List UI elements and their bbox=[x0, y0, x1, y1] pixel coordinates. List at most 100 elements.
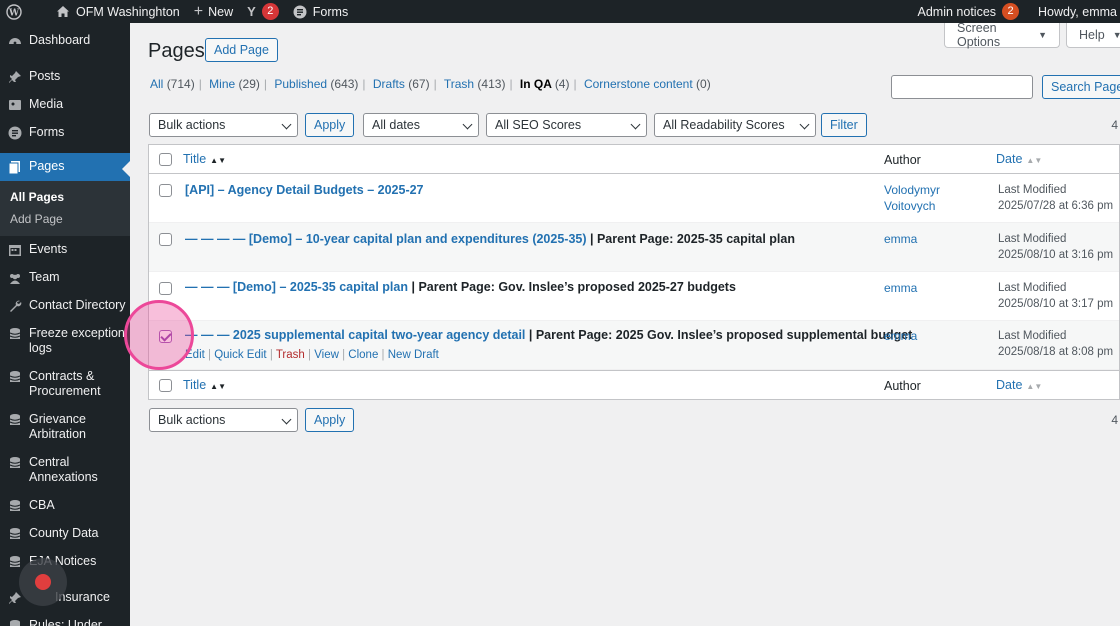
sidebar-subitem-all-pages[interactable]: All Pages bbox=[0, 186, 130, 208]
wordpress-logo-icon[interactable]: W bbox=[0, 0, 35, 23]
row-title-link[interactable]: — — — — [Demo] – 10-year capital plan an… bbox=[185, 232, 587, 246]
forms-icon bbox=[293, 5, 307, 18]
site-name-link[interactable]: OFM Washinghton bbox=[49, 0, 187, 23]
separator: | bbox=[433, 77, 437, 91]
sidebar-item-media[interactable]: Media bbox=[0, 97, 130, 125]
view-label: All bbox=[150, 77, 164, 91]
sidebar-item-team[interactable]: Team bbox=[0, 270, 130, 298]
sort-by-title[interactable]: Title ▲▼ bbox=[183, 152, 226, 166]
row-date: Last Modified 2025/08/10 at 3:16 pm bbox=[998, 231, 1113, 263]
row-checkbox[interactable] bbox=[159, 282, 172, 295]
sidebar-item-label: Freeze exception logs bbox=[29, 326, 125, 355]
trash-link[interactable]: Trash bbox=[276, 349, 305, 361]
home-icon bbox=[57, 6, 69, 17]
row-parent: | Parent Page: Gov. Inslee’s proposed 20… bbox=[408, 280, 736, 294]
seo-filter-select[interactable]: All SEO Scores bbox=[486, 113, 647, 137]
filter-button[interactable]: Filter bbox=[821, 113, 867, 137]
new-content-link[interactable]: + New bbox=[187, 0, 240, 23]
row-title: — — — 2025 supplemental capital two-year… bbox=[185, 328, 912, 342]
sidebar-item-freeze-exception-logs[interactable]: Freeze exception logs bbox=[0, 326, 130, 369]
clone-link[interactable]: Clone bbox=[348, 349, 378, 361]
database-icon bbox=[9, 556, 21, 567]
select-all-checkbox[interactable] bbox=[159, 379, 172, 392]
sidebar-item-rules-under[interactable]: Rules: Under bbox=[0, 618, 130, 626]
screen-options-button[interactable]: Screen Options ▼ bbox=[944, 21, 1060, 49]
sidebar-item-posts[interactable]: Posts bbox=[0, 69, 130, 97]
quick-edit-link[interactable]: Quick Edit bbox=[214, 349, 266, 361]
my-account-link[interactable]: Howdy, emma bbox=[1031, 0, 1120, 23]
column-author: Author bbox=[884, 379, 921, 393]
new-label: New bbox=[208, 4, 234, 19]
date-filter-select[interactable]: All dates bbox=[363, 113, 479, 137]
apply-button-bottom[interactable]: Apply bbox=[305, 408, 355, 432]
view-mine-link[interactable]: Mine (29) bbox=[209, 77, 260, 91]
view-label: Published bbox=[274, 77, 328, 91]
column-date: Date bbox=[996, 378, 1023, 392]
sidebar-item-events[interactable]: Events bbox=[0, 242, 130, 270]
apply-button-top[interactable]: Apply bbox=[305, 113, 355, 137]
sidebar-item-contracts-procurement[interactable]: Contracts & Procurement bbox=[0, 369, 130, 412]
search-input[interactable] bbox=[891, 75, 1033, 99]
view-drafts-link[interactable]: Drafts (67) bbox=[373, 77, 430, 91]
select-all-checkbox[interactable] bbox=[159, 153, 172, 166]
yoast-icon: Y bbox=[247, 4, 256, 19]
new-draft-link[interactable]: New Draft bbox=[388, 349, 439, 361]
row-title-link[interactable]: — — — 2025 supplemental capital two-year… bbox=[185, 328, 525, 342]
readability-filter-select[interactable]: All Readability Scores bbox=[654, 113, 816, 137]
admin-notices-label: Admin notices bbox=[917, 4, 997, 19]
view-link[interactable]: View bbox=[314, 349, 339, 361]
chevron-down-icon bbox=[630, 119, 641, 130]
row-title-link[interactable]: [API] – Agency Detail Budgets – 2025-27 bbox=[185, 183, 424, 197]
sidebar-item-insurance[interactable]: Insurance bbox=[0, 590, 130, 618]
row-author[interactable]: emma bbox=[884, 280, 917, 296]
database-icon bbox=[9, 414, 21, 425]
sidebar-item-county-data[interactable]: County Data bbox=[0, 526, 130, 554]
sidebar-item-dashboard[interactable]: Dashboard bbox=[0, 33, 130, 60]
sort-by-title[interactable]: Title ▲▼ bbox=[183, 378, 226, 392]
view-cornerstone-link[interactable]: Cornerstone content (0) bbox=[584, 77, 711, 91]
yoast-count-badge: 2 bbox=[261, 3, 279, 20]
database-icon bbox=[9, 328, 21, 339]
calendar-icon bbox=[9, 245, 21, 256]
bulk-actions-select-top[interactable]: Bulk actions bbox=[149, 113, 298, 137]
row-title-link[interactable]: — — — [Demo] – 2025-35 capital plan bbox=[185, 280, 408, 294]
admin-notices-badge: 2 bbox=[1002, 3, 1020, 20]
row-checkbox[interactable] bbox=[159, 233, 172, 246]
bulk-actions-select-bottom[interactable]: Bulk actions bbox=[149, 408, 298, 432]
date-status: Last Modified bbox=[998, 184, 1067, 196]
row-author[interactable]: emma bbox=[884, 328, 917, 344]
row-parent: | Parent Page: 2025-35 capital plan bbox=[586, 232, 795, 246]
sidebar-item-contact-directory[interactable]: Contact Directory bbox=[0, 298, 130, 326]
pages-submenu: All Pages Add Page bbox=[0, 181, 130, 236]
media-icon bbox=[9, 100, 21, 110]
view-trash-link[interactable]: Trash (413) bbox=[444, 77, 506, 91]
add-page-button[interactable]: Add Page bbox=[205, 38, 278, 62]
help-button[interactable]: Help ▼ bbox=[1066, 23, 1120, 48]
sort-by-date[interactable]: Date ▲▼ bbox=[996, 152, 1042, 166]
row-checkbox[interactable] bbox=[159, 184, 172, 197]
view-all-link[interactable]: All (714) bbox=[150, 77, 195, 91]
row-author[interactable]: emma bbox=[884, 231, 917, 247]
pages-table: Title ▲▼ Author Date ▲▼ [API] – Agency Det… bbox=[148, 144, 1120, 400]
author-line: emma bbox=[884, 329, 918, 343]
sidebar-item-label: Grievance Arbitration bbox=[29, 412, 86, 441]
sidebar-item-pages[interactable]: Pages bbox=[0, 153, 130, 181]
column-author: Author bbox=[884, 153, 921, 167]
select-value: All SEO Scores bbox=[495, 118, 582, 132]
view-in-qa-current[interactable]: In QA (4) bbox=[520, 77, 570, 91]
sidebar-subitem-add-page[interactable]: Add Page bbox=[0, 208, 130, 230]
sort-by-date[interactable]: Date ▲▼ bbox=[996, 378, 1042, 392]
search-pages-button[interactable]: Search Pages bbox=[1042, 75, 1120, 99]
row-title: — — — — [Demo] – 10-year capital plan an… bbox=[185, 232, 795, 246]
yoast-menu[interactable]: Y 2 bbox=[240, 0, 286, 23]
view-published-link[interactable]: Published (643) bbox=[274, 77, 358, 91]
sidebar-item-central-annexations[interactable]: Central Annexations bbox=[0, 455, 130, 498]
sidebar-item-grievance-arbitration[interactable]: Grievance Arbitration bbox=[0, 412, 130, 455]
table-row: — — — [Demo] – 2025-35 capital plan | Pa… bbox=[149, 272, 1119, 321]
forms-menu[interactable]: Forms bbox=[286, 0, 355, 23]
sidebar-item-cba[interactable]: CBA bbox=[0, 498, 130, 526]
sidebar-item-forms[interactable]: Forms bbox=[0, 125, 130, 153]
row-author[interactable]: Volodymyr Voitovych bbox=[884, 182, 940, 214]
pages-icon bbox=[8, 161, 20, 174]
admin-notices-link[interactable]: Admin notices 2 bbox=[911, 0, 1032, 23]
